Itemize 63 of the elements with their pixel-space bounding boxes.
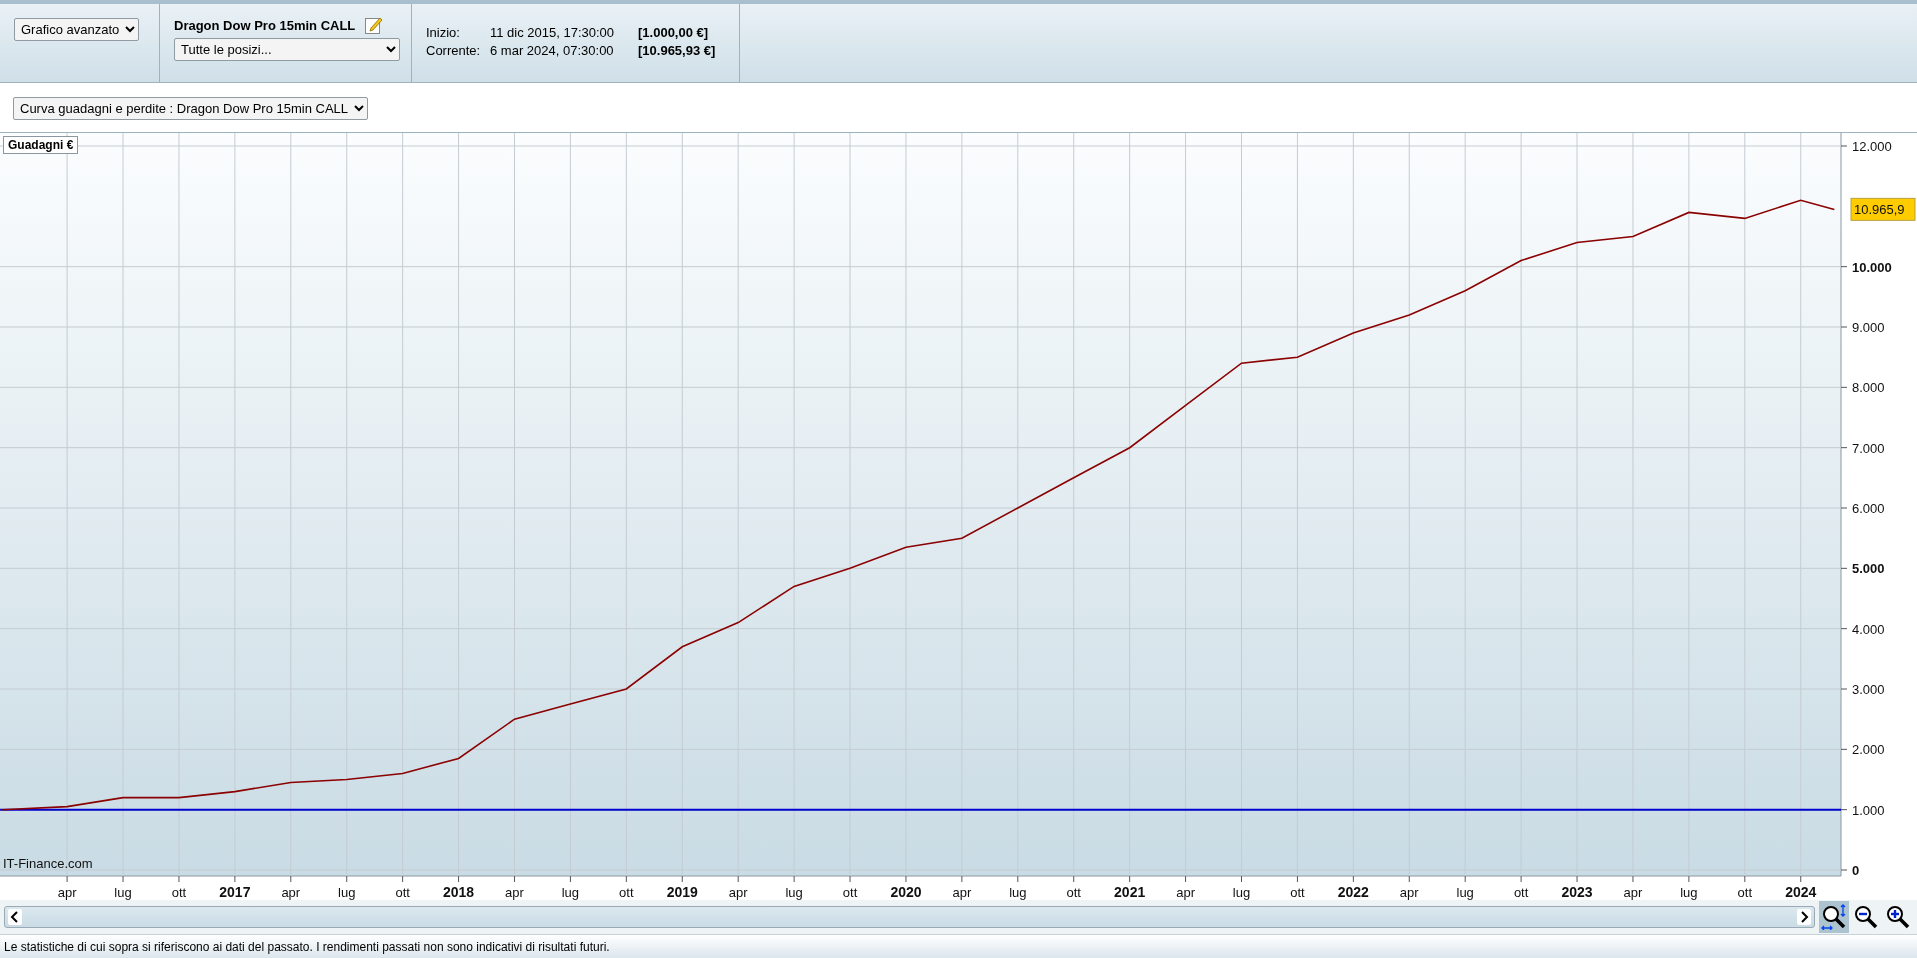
x-tick-label: 2020	[890, 884, 922, 900]
y-tick-label: 3.000	[1852, 682, 1885, 697]
y-tick-label: 8.000	[1852, 380, 1885, 396]
scroll-right-icon[interactable]	[1797, 909, 1811, 925]
x-tick-label: 2019	[666, 884, 698, 900]
x-tick-label: lug	[114, 885, 132, 900]
pencil-icon[interactable]	[365, 16, 384, 34]
x-tick-label: apr	[952, 885, 972, 900]
x-tick-label: apr	[728, 885, 748, 900]
x-tick-label: apr	[1623, 885, 1643, 900]
y-tick-label: 9.000	[1852, 320, 1885, 335]
y-tick-label: 12.000	[1852, 139, 1892, 154]
x-tick-label: apr	[505, 885, 524, 900]
x-tick-label: ott	[1737, 885, 1753, 900]
x-tick-label: ott	[1513, 885, 1529, 900]
x-tick-label: lug	[1009, 885, 1027, 900]
x-tick-label: lug	[1456, 885, 1474, 900]
source-label: IT-Finance.com	[3, 856, 93, 871]
x-tick-label: ott	[1290, 885, 1305, 900]
scroll-left-icon[interactable]	[8, 909, 22, 925]
disclaimer-text: Le statistiche di cui sopra si riferiscono ai dati del passato. I rendimenti passati non sono indicativi di risultati futuri.	[4, 939, 610, 954]
value-tag: 10.965,9	[1850, 197, 1916, 221]
y-axis-title: Guadagni €	[3, 136, 79, 154]
positions-select[interactable]: Tutte le posizi...	[174, 38, 400, 61]
x-tick-label: ott	[171, 885, 187, 900]
y-tick-label: 5.000	[1852, 561, 1885, 577]
x-tick-label: apr	[57, 885, 77, 900]
x-tick-label: ott	[842, 885, 858, 900]
x-tick-label: 2021	[1114, 884, 1146, 900]
horizontal-scrollbar[interactable]	[4, 906, 1815, 928]
x-tick-label: ott	[1066, 885, 1081, 900]
x-tick-label: lug	[1232, 885, 1251, 900]
y-tick-label: 4.000	[1852, 621, 1885, 637]
info-date: 11 dic 2015, 17:30:00	[490, 24, 616, 42]
y-tick-label: 10.000	[1852, 259, 1892, 275]
x-tick-label: apr	[1176, 885, 1195, 900]
info-label: Inizio:	[426, 24, 461, 42]
curve-select[interactable]: Curva guadagni e perdite : Dragon Dow Pro 15min CALL	[13, 97, 368, 120]
x-tick-label: lug	[1680, 885, 1698, 900]
view-select[interactable]: Grafico avanzato	[14, 18, 139, 41]
y-tick-label: 1.000	[1852, 802, 1885, 818]
x-tick-label: apr	[1399, 885, 1419, 900]
y-tick-label: 2.000	[1852, 742, 1885, 758]
x-tick-label: 2023	[1561, 884, 1593, 900]
y-tick-label: 0	[1852, 863, 1860, 878]
x-tick-label: lug	[785, 885, 803, 900]
x-tick-label: 2022	[1337, 884, 1369, 900]
x-tick-label: ott	[619, 885, 634, 900]
x-tick-label: ott	[395, 885, 410, 900]
x-tick-label: apr	[281, 885, 301, 900]
info-amount: [1.000,00 €]	[638, 24, 709, 42]
x-tick-label: 2024	[1785, 884, 1817, 900]
x-tick-label: lug	[338, 885, 356, 900]
strategy-title: Dragon Dow Pro 15min CALL	[174, 17, 356, 33]
info-date: 6 mar 2024, 07:30:00	[490, 42, 615, 60]
zoom-fit-button[interactable]	[1819, 901, 1849, 933]
x-tick-label: 2018	[443, 884, 475, 900]
info-label: Corrente:	[426, 42, 482, 60]
y-tick-label: 6.000	[1852, 501, 1885, 516]
x-tick-label: 2017	[219, 884, 251, 900]
info-amount: [10.965,93 €]	[638, 42, 716, 60]
y-tick-label: 7.000	[1852, 440, 1885, 456]
x-tick-label: lug	[561, 885, 580, 900]
